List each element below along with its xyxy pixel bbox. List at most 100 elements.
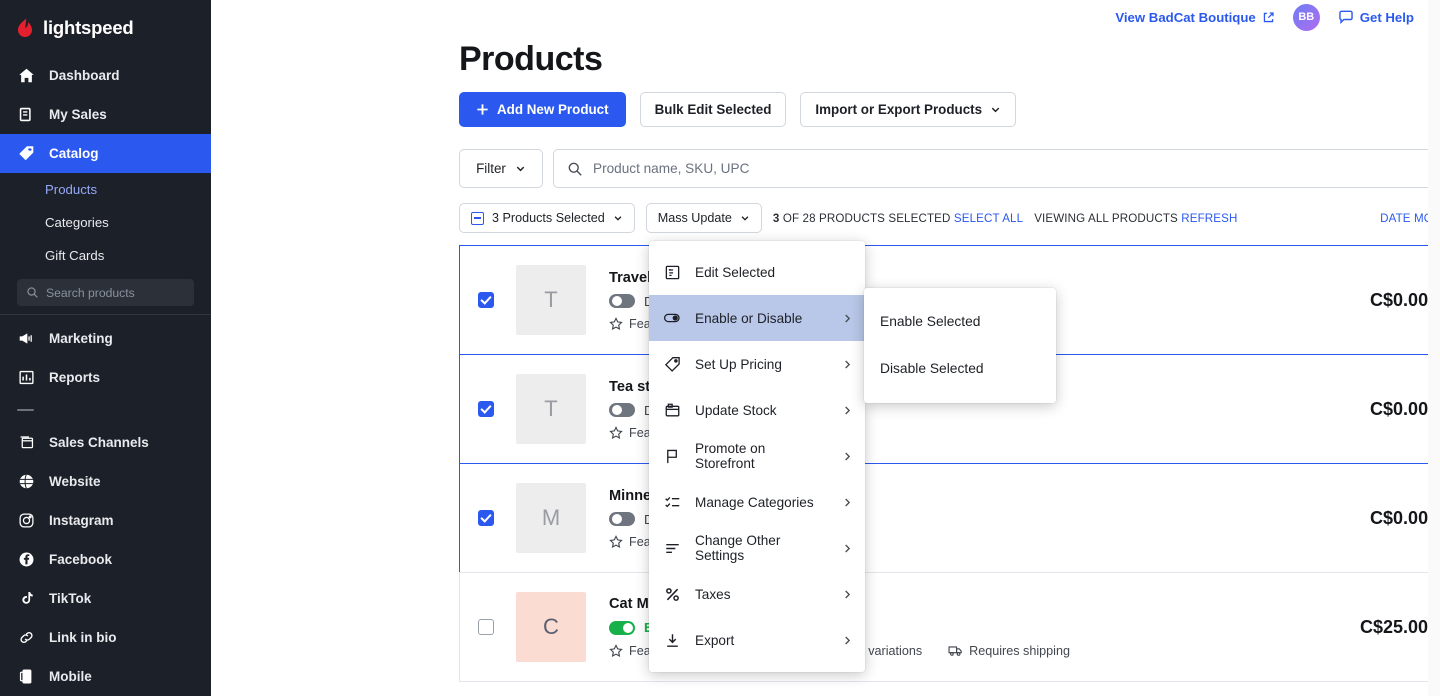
menu-item-taxes[interactable]: Taxes — [649, 571, 865, 617]
sidebar-item-label: Catalog — [49, 146, 99, 161]
row-checkbox[interactable] — [478, 292, 494, 308]
avatar[interactable]: BB — [1292, 3, 1320, 31]
toggle-icon — [663, 309, 681, 327]
menu-item-enable-or-disable[interactable]: Enable or Disable — [649, 295, 865, 341]
sidebar-item-label: Mobile — [49, 669, 92, 684]
page-scrollbar[interactable] — [1428, 0, 1440, 696]
featured-tag: Feat — [609, 535, 654, 549]
filter-row: Filter — [459, 149, 1440, 188]
enable-disable-submenu: Enable Selected Disable Selected — [864, 288, 1056, 403]
import-export-products-button[interactable]: Import or Export Products — [800, 92, 1017, 127]
sidebar-subitem-categories[interactable]: Categories — [0, 206, 211, 239]
mass-update-label: Mass Update — [657, 211, 732, 225]
product-price: C$0.00 — [1370, 507, 1429, 528]
enable-toggle[interactable] — [609, 294, 635, 308]
chevron-right-icon — [842, 543, 853, 554]
sidebar-item-label: My Sales — [49, 107, 107, 122]
menu-item-promote-on-storefront[interactable]: Promote on Storefront — [649, 433, 865, 479]
plus-icon — [476, 103, 489, 116]
bulk-edit-selected-button[interactable]: Bulk Edit Selected — [639, 92, 787, 127]
chevron-right-icon — [842, 497, 853, 508]
sidebar-search-products[interactable]: Search products — [17, 279, 194, 306]
menu-item-label: Enable or Disable — [695, 310, 803, 326]
page-title: Products — [459, 40, 603, 78]
products-selected-dropdown[interactable]: 3 Products Selected — [459, 203, 635, 233]
chevron-down-icon — [740, 213, 750, 223]
add-new-product-label: Add New Product — [497, 102, 609, 117]
sidebar-section-divider — [17, 409, 34, 411]
chevron-right-icon — [842, 313, 853, 324]
get-help-link[interactable]: Get Help — [1338, 9, 1414, 25]
menu-item-change-other-settings[interactable]: Change Other Settings — [649, 525, 865, 571]
search-input[interactable] — [593, 161, 1440, 176]
row-checkbox[interactable] — [478, 510, 494, 526]
menu-item-label: Set Up Pricing — [695, 356, 782, 372]
mass-update-dropdown[interactable]: Mass Update — [645, 203, 762, 233]
sidebar-item-facebook[interactable]: Facebook — [0, 540, 211, 579]
view-store-link[interactable]: View BadCat Boutique — [1115, 10, 1274, 25]
download-icon — [663, 631, 681, 649]
edit-list-icon — [663, 263, 681, 281]
sidebar-item-catalog[interactable]: Catalog — [0, 134, 211, 173]
chat-bubble-icon — [1338, 9, 1354, 25]
star-icon — [609, 643, 623, 658]
facebook-icon — [17, 550, 36, 569]
add-new-product-button[interactable]: Add New Product — [459, 92, 626, 127]
featured-tag: Feat — [609, 426, 654, 440]
select-all-link[interactable]: SELECT ALL — [954, 212, 1023, 225]
sidebar-item-website[interactable]: Website — [0, 462, 211, 501]
sidebar-item-label: Dashboard — [49, 68, 120, 83]
menu-item-manage-categories[interactable]: Manage Categories — [649, 479, 865, 525]
bar-chart-icon — [17, 368, 36, 387]
chevron-right-icon — [842, 451, 853, 462]
percent-icon — [663, 585, 681, 603]
submenu-item-enable-selected[interactable]: Enable Selected — [864, 298, 1056, 345]
sliders-icon — [663, 539, 681, 557]
sidebar-item-label: Facebook — [49, 552, 113, 567]
viewing-label: VIEWING ALL PRODUCTS — [1034, 211, 1178, 225]
sidebar-item-dashboard[interactable]: Dashboard — [0, 56, 211, 95]
menu-item-edit-selected[interactable]: Edit Selected — [649, 249, 865, 295]
product-search-box[interactable] — [553, 149, 1440, 188]
truck-icon — [948, 643, 963, 658]
sidebar: lightspeed Dashboard My Sales Catalog Pr… — [0, 0, 211, 696]
table-row[interactable]: M Minneso Disa Feat hipp — [459, 463, 1440, 573]
chevron-down-icon — [613, 213, 623, 223]
filter-button[interactable]: Filter — [459, 149, 543, 188]
table-row[interactable]: C Cat Mu Ena Featured on homepage — [459, 572, 1440, 682]
sidebar-item-sales-channels[interactable]: Sales Channels — [0, 423, 211, 462]
menu-item-label: Update Stock — [695, 402, 777, 418]
sidebar-item-mobile[interactable]: Mobile — [0, 657, 211, 696]
chevron-right-icon — [842, 359, 853, 370]
search-icon — [567, 161, 583, 177]
sidebar-item-label: Reports — [49, 370, 101, 385]
brand-logo[interactable]: lightspeed — [0, 0, 211, 56]
menu-item-set-up-pricing[interactable]: Set Up Pricing — [649, 341, 865, 387]
enable-toggle[interactable] — [609, 620, 635, 635]
row-checkbox[interactable] — [478, 619, 494, 635]
price-tag-icon — [663, 355, 681, 373]
sidebar-subitem-products[interactable]: Products — [0, 173, 211, 206]
sidebar-item-instagram[interactable]: Instagram — [0, 501, 211, 540]
menu-item-update-stock[interactable]: Update Stock — [649, 387, 865, 433]
submenu-item-disable-selected[interactable]: Disable Selected — [864, 345, 1056, 392]
sidebar-item-link-in-bio[interactable]: Link in bio — [0, 618, 211, 657]
header-action-buttons: Add New Product Bulk Edit Selected Impor… — [459, 92, 1440, 127]
sidebar-subitem-gift-cards[interactable]: Gift Cards — [0, 239, 211, 272]
sidebar-item-tiktok[interactable]: TikTok — [0, 579, 211, 618]
mass-update-menu: Edit Selected Enable or Disable Set Up P… — [649, 241, 865, 672]
menu-item-export[interactable]: Export — [649, 617, 865, 663]
enable-toggle[interactable] — [609, 512, 635, 526]
sidebar-item-my-sales[interactable]: My Sales — [0, 95, 211, 134]
menu-item-label: Export — [695, 632, 735, 648]
star-icon — [609, 425, 623, 440]
sidebar-item-marketing[interactable]: Marketing — [0, 319, 211, 358]
sidebar-item-reports[interactable]: Reports — [0, 358, 211, 397]
product-price: C$0.00 — [1370, 289, 1429, 310]
refresh-link[interactable]: REFRESH — [1181, 212, 1237, 225]
link-icon — [17, 628, 36, 647]
filter-label: Filter — [476, 161, 506, 176]
shipping-tag: Requires shipping — [948, 643, 1070, 658]
row-checkbox[interactable] — [478, 401, 494, 417]
enable-toggle[interactable] — [609, 403, 635, 417]
